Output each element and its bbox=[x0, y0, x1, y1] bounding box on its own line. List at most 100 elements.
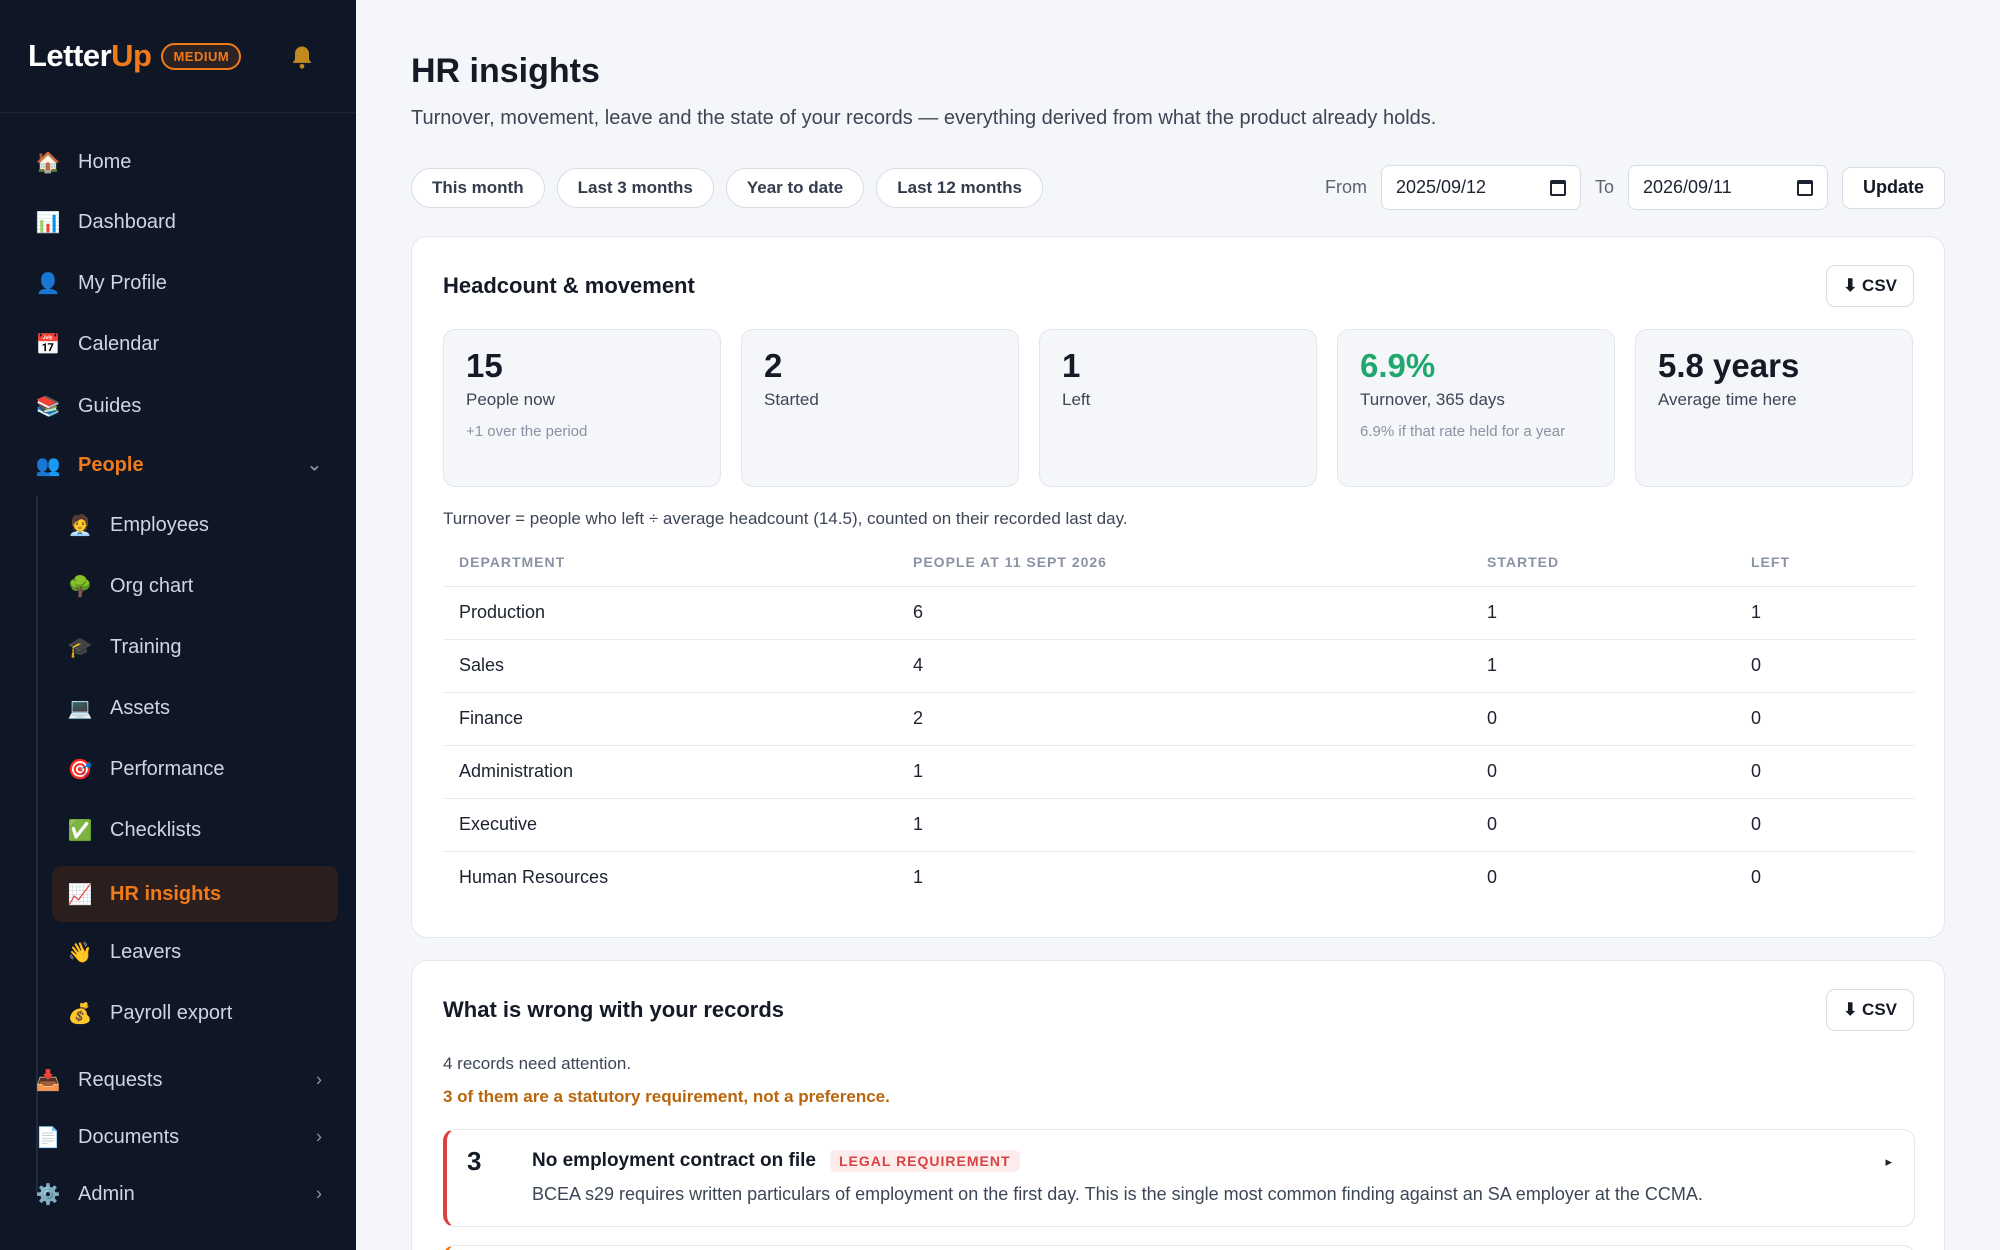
column-header: STARTED bbox=[1471, 539, 1735, 587]
sidebar-item-label: Assets bbox=[110, 696, 171, 719]
sidebar-item-guides[interactable]: 📚 Guides bbox=[20, 378, 338, 434]
stat-value: 15 bbox=[466, 347, 503, 384]
table-cell: 0 bbox=[1735, 692, 1915, 746]
sidebar-item-requests[interactable]: 📥 Requests › bbox=[20, 1052, 338, 1108]
sidebar-item-hr-insights[interactable]: 📈 HR insights bbox=[52, 866, 338, 922]
sidebar-item-home[interactable]: 🏠 Home bbox=[20, 134, 338, 190]
period-chips: This month Last 3 months Year to date La… bbox=[411, 168, 1043, 208]
sidebar-item-documents[interactable]: 📄 Documents › bbox=[20, 1109, 338, 1165]
page-title: HR insights bbox=[411, 52, 600, 90]
stat-people-now: 15 People now +1 over the period bbox=[443, 329, 721, 487]
stat-note: +1 over the period bbox=[466, 423, 588, 441]
update-button[interactable]: Update bbox=[1841, 166, 1945, 209]
sidebar-item-label: Leavers bbox=[110, 940, 182, 963]
table-row: Finance 2 0 0 bbox=[443, 692, 1915, 746]
sidebar-item-label: Admin bbox=[78, 1182, 135, 1205]
chip-last-12-months[interactable]: Last 12 months bbox=[876, 168, 1043, 208]
sidebar-item-my-profile[interactable]: 👤 My Profile bbox=[20, 255, 338, 311]
bell-icon[interactable] bbox=[288, 42, 316, 72]
turnover-formula: Turnover = people who left ÷ average hea… bbox=[443, 509, 1128, 528]
person-icon: 👤 bbox=[35, 272, 61, 295]
table-cell: 2 bbox=[897, 692, 1471, 746]
sidebar-item-label: People bbox=[78, 453, 144, 476]
laptop-icon: 💻 bbox=[67, 697, 93, 720]
sidebar-item-assets[interactable]: 💻 Assets bbox=[52, 680, 338, 736]
headcount-csv-button[interactable]: ⬇ CSV bbox=[1826, 265, 1914, 307]
sidebar-item-label: Performance bbox=[110, 757, 225, 780]
stat-label: Started bbox=[764, 390, 819, 410]
issue-title-row: No employment contract on file LEGAL REQ… bbox=[532, 1150, 1020, 1172]
table-cell: 0 bbox=[1487, 867, 1498, 888]
expand-caret-icon[interactable]: ▸ bbox=[1885, 1154, 1892, 1170]
records-title: What is wrong with your records bbox=[443, 997, 785, 1022]
house-icon: 🏠 bbox=[35, 151, 61, 174]
records-csv-button[interactable]: ⬇ CSV bbox=[1826, 989, 1914, 1031]
sidebar-item-org-chart[interactable]: 🌳 Org chart bbox=[52, 558, 338, 614]
sidebar-item-label: Training bbox=[110, 635, 182, 658]
table-cell: 0 bbox=[1471, 798, 1735, 852]
sidebar-item-leavers[interactable]: 👋 Leavers bbox=[52, 924, 338, 980]
sidebar-item-dashboard[interactable]: 📊 Dashboard bbox=[20, 194, 338, 250]
checkbox-icon: ✅ bbox=[67, 819, 93, 842]
chevron-down-icon: ⌄ bbox=[306, 454, 322, 475]
sidebar-item-performance[interactable]: 🎯 Performance bbox=[52, 741, 338, 797]
table-row: Executive 1 0 0 bbox=[443, 798, 1915, 852]
stat-label: Left bbox=[1062, 390, 1091, 410]
stat-cards: 15 People now +1 over the period 2 Start… bbox=[443, 329, 1913, 487]
stat-value: 5.8 years bbox=[1658, 347, 1800, 384]
stat-note: 6.9% if that rate held for a year bbox=[1360, 423, 1566, 441]
table-header-row: DEPARTMENT PEOPLE AT 11 SEPT 2026 STARTE… bbox=[443, 539, 1915, 587]
chip-this-month[interactable]: This month bbox=[411, 168, 545, 208]
column-header: PEOPLE AT 11 SEPT 2026 bbox=[897, 539, 1471, 587]
target-icon: 🎯 bbox=[67, 758, 93, 781]
sidebar-item-payroll-export[interactable]: 💰 Payroll export bbox=[52, 985, 338, 1041]
stat-value: 6.9% bbox=[1360, 347, 1436, 384]
headcount-title: Headcount & movement bbox=[443, 273, 695, 298]
logo[interactable]: LetterUp bbox=[28, 38, 152, 74]
sidebar-item-label: Payroll export bbox=[110, 1001, 233, 1024]
sidebar-item-training[interactable]: 🎓 Training bbox=[52, 619, 338, 675]
chip-last-3-months[interactable]: Last 3 months bbox=[556, 168, 714, 208]
table-cell: 0 bbox=[1735, 798, 1915, 852]
table-cell: 0 bbox=[1735, 639, 1915, 693]
table-cell: Administration bbox=[443, 745, 897, 799]
logo-accent-text: Up bbox=[111, 38, 152, 73]
chip-year-to-date[interactable]: Year to date bbox=[725, 168, 865, 208]
sidebar-item-label: Documents bbox=[78, 1125, 180, 1148]
table-cell: Sales bbox=[443, 639, 897, 693]
sidebar-item-label: My Profile bbox=[78, 271, 167, 294]
plan-badge: MEDIUM bbox=[161, 42, 242, 70]
calendar-icon[interactable] bbox=[1549, 179, 1566, 196]
from-date-input[interactable]: 2025/09/12 bbox=[1380, 165, 1581, 210]
books-icon: 📚 bbox=[35, 395, 61, 418]
issue-count: 3 bbox=[467, 1146, 482, 1176]
money-bag-icon: 💰 bbox=[67, 1002, 93, 1025]
logo-main-text: Letter bbox=[28, 38, 112, 73]
sidebar-item-label: Dashboard bbox=[78, 210, 176, 233]
gear-icon: ⚙️ bbox=[35, 1183, 61, 1206]
stat-started: 2 Started bbox=[741, 329, 1019, 487]
record-issue-item[interactable]: 3 No employment contract on file LEGAL R… bbox=[443, 1129, 1915, 1227]
record-issue-item-partial[interactable] bbox=[443, 1245, 1915, 1250]
table-cell: 0 bbox=[1471, 745, 1735, 799]
tree-icon: 🌳 bbox=[67, 575, 93, 598]
table-cell: Finance bbox=[443, 692, 897, 746]
table-cell: 1 bbox=[1471, 586, 1735, 640]
stat-average-tenure: 5.8 years Average time here bbox=[1635, 329, 1913, 487]
table-cell: 0 bbox=[1735, 745, 1915, 799]
to-date-value: 2026/09/11 bbox=[1642, 177, 1732, 197]
sidebar-item-admin[interactable]: ⚙️ Admin › bbox=[20, 1166, 338, 1222]
sidebar-item-employees[interactable]: 🧑‍💼 Employees bbox=[52, 497, 338, 553]
sidebar-item-checklists[interactable]: ✅ Checklists bbox=[52, 802, 338, 858]
bar-chart-icon: 📊 bbox=[35, 211, 61, 234]
to-date-input[interactable]: 2026/09/11 bbox=[1627, 165, 1828, 210]
sidebar-item-label: HR insights bbox=[110, 882, 222, 905]
sidebar-item-label: Home bbox=[78, 150, 132, 173]
page-subtitle: Turnover, movement, leave and the state … bbox=[411, 107, 1437, 129]
sidebar-item-label: Org chart bbox=[110, 574, 194, 597]
calendar-icon[interactable] bbox=[1796, 179, 1813, 196]
column-header: DEPARTMENT bbox=[443, 539, 897, 587]
sidebar-item-calendar[interactable]: 📅 Calendar bbox=[20, 316, 338, 372]
stat-label: People now bbox=[466, 390, 555, 410]
sidebar-item-people[interactable]: 👥 People ⌄ bbox=[20, 437, 338, 493]
